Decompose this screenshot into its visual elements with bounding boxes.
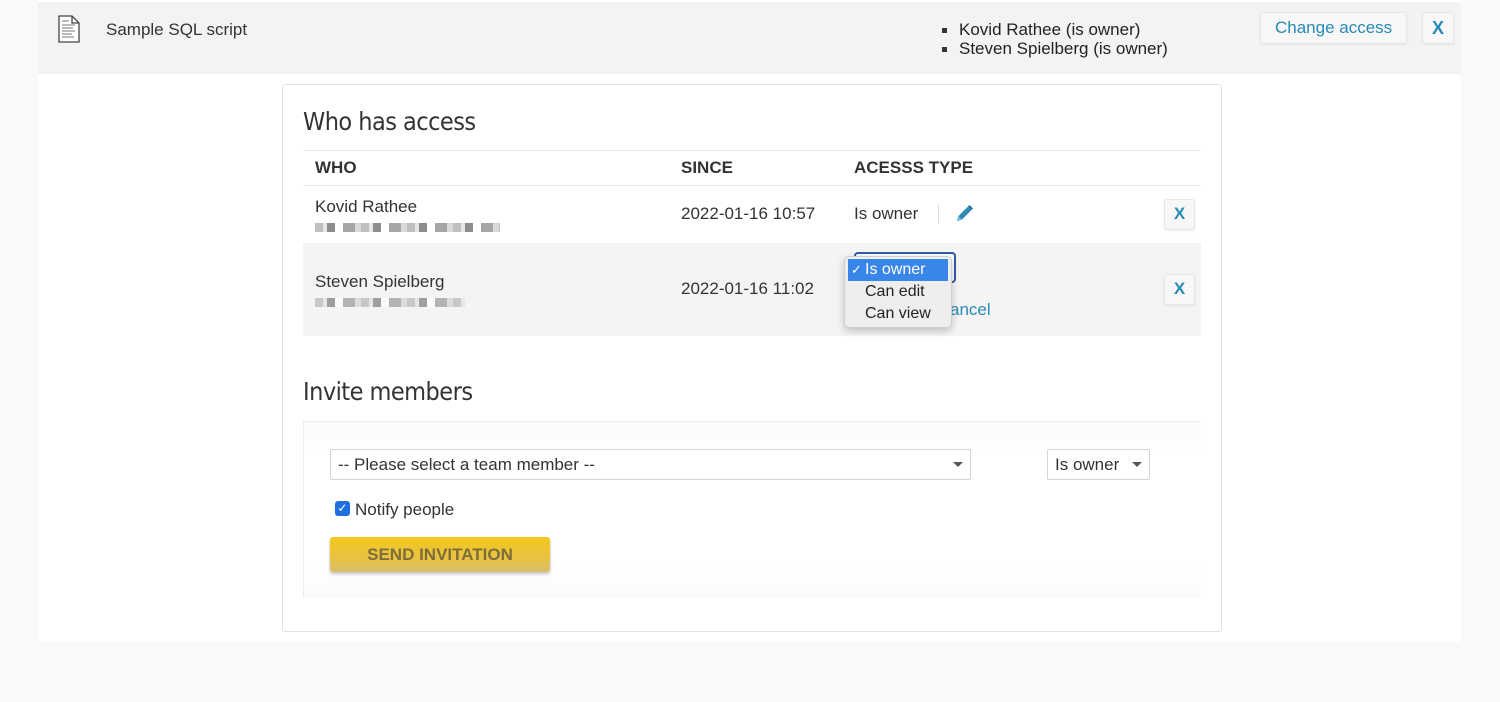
role-select[interactable]: Is owner xyxy=(1047,449,1150,480)
send-invitation-button[interactable]: SEND INVITATION xyxy=(330,537,550,572)
file-name: Sample SQL script xyxy=(106,20,248,39)
checkmark-icon: ✓ xyxy=(851,261,862,277)
remove-member-button[interactable]: X xyxy=(1164,273,1195,305)
pencil-icon[interactable] xyxy=(953,203,975,225)
option-label: Can view xyxy=(865,304,931,322)
option-label: Can edit xyxy=(865,282,925,300)
team-member-select[interactable]: -- Please select a team member -- xyxy=(330,449,971,480)
access-type-dropdown-menu: ✓ Is owner Can edit Can view xyxy=(844,255,952,328)
notify-people-option[interactable]: ✓ Notify people xyxy=(335,500,454,520)
column-header-actions xyxy=(1142,150,1201,186)
column-header-access-type: ACESSS TYPE xyxy=(842,150,1142,186)
member-email-redacted xyxy=(315,297,465,307)
role-select-value: Is owner xyxy=(1055,455,1120,474)
change-access-button[interactable]: Change access xyxy=(1260,12,1408,44)
access-table: WHO SINCE ACESSS TYPE Kovid Rathee 2022-… xyxy=(303,150,1201,336)
document-icon xyxy=(58,15,80,43)
who-has-access-title: Who has access xyxy=(303,107,476,136)
owner-item: Kovid Rathee (is owner) xyxy=(941,20,1168,39)
cancel-link[interactable]: ancel xyxy=(950,300,991,320)
since-cell: 2022-01-16 10:57 xyxy=(681,204,816,224)
remove-member-button[interactable]: X xyxy=(1164,198,1195,230)
dropdown-option-is-owner[interactable]: ✓ Is owner xyxy=(848,258,948,281)
option-label: Is owner xyxy=(865,260,926,278)
invite-members-title: Invite members xyxy=(303,377,473,406)
owner-item: Steven Spielberg (is owner) xyxy=(941,39,1168,58)
actions-cell: X xyxy=(1142,243,1201,336)
actions-cell: X xyxy=(1142,186,1201,243)
dropdown-option-can-view[interactable]: Can view xyxy=(845,303,951,325)
page-container: Sample SQL script Kovid Rathee (is owner… xyxy=(38,0,1461,642)
table-row: Kovid Rathee 2022-01-16 10:57 Is owner X xyxy=(303,185,1201,243)
since-cell: 2022-01-16 11:02 xyxy=(681,279,814,298)
notify-label: Notify people xyxy=(355,500,455,519)
chevron-down-icon xyxy=(1132,462,1142,467)
member-name: Kovid Rathee xyxy=(315,196,418,216)
table-header-row: WHO SINCE ACESSS TYPE xyxy=(303,150,1201,186)
who-cell: Kovid Rathee xyxy=(303,186,669,243)
member-email-redacted xyxy=(315,222,500,232)
member-name: Steven Spielberg xyxy=(315,271,445,291)
access-type-cell: Is owner xyxy=(842,186,1142,243)
who-cell: Steven Spielberg xyxy=(303,243,669,336)
access-panel: Who has access WHO SINCE ACESSS TYPE Kov… xyxy=(282,84,1222,632)
table-row: Steven Spielberg 2022-01-16 11:02 ancel … xyxy=(303,242,1201,336)
invite-form: -- Please select a team member -- Is own… xyxy=(303,421,1201,598)
file-header-bar: Sample SQL script Kovid Rathee (is owner… xyxy=(38,2,1461,74)
column-header-who: WHO xyxy=(303,150,669,186)
chevron-down-icon xyxy=(953,462,963,467)
divider xyxy=(938,204,940,225)
close-button[interactable]: X xyxy=(1422,12,1454,44)
access-type-cell: ancel ✓ Is owner Can edit Can view xyxy=(842,243,1142,336)
owners-list: Kovid Rathee (is owner) Steven Spielberg… xyxy=(941,20,1168,58)
column-header-since: SINCE xyxy=(669,150,842,186)
access-type-value: Is owner xyxy=(854,204,919,224)
team-member-select-value: -- Please select a team member -- xyxy=(338,455,595,474)
notify-checkbox[interactable]: ✓ xyxy=(335,500,350,516)
dropdown-option-can-edit[interactable]: Can edit xyxy=(845,281,951,303)
